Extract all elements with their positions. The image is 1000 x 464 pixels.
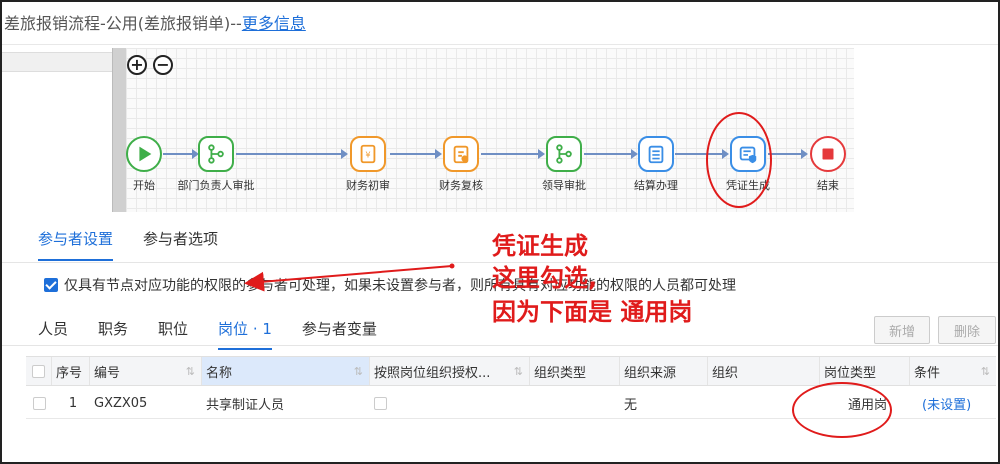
left-panel (0, 48, 112, 212)
cell-org-auth[interactable] (370, 387, 530, 419)
annotation-ellipse-node (706, 112, 772, 208)
header-code-label: 编号 (94, 365, 121, 381)
node-label: 结算办理 (634, 179, 678, 192)
zoom-out-button[interactable]: − (153, 55, 173, 75)
flow-edge (390, 149, 442, 159)
vertical-scrollbar[interactable] (112, 48, 126, 212)
cell-index: 1 (68, 395, 78, 411)
node-label: 领导审批 (542, 179, 586, 192)
add-button[interactable]: 新增 (874, 316, 930, 344)
flow-edge (236, 149, 348, 159)
org-auth-checkbox[interactable] (374, 396, 387, 410)
clipboard-check-icon (453, 145, 469, 164)
header-index: 序号 (52, 357, 90, 385)
node-label: 开始 (133, 179, 155, 192)
sort-icon[interactable]: ⇅ (514, 365, 523, 378)
header-name[interactable]: 名称 ⇅ (202, 357, 370, 385)
zoom-in-button[interactable]: + (127, 55, 147, 75)
tab-participant-options[interactable]: 参与者选项 (143, 228, 218, 261)
node-label: 财务初审 (346, 179, 390, 192)
flow-edge (584, 149, 638, 159)
annotation-text-line1: 凭证生成 (492, 232, 588, 260)
row-checkbox[interactable] (32, 396, 46, 410)
process-title: 差旅报销流程-公用(差旅报销单)-- (4, 14, 242, 33)
cell-name: 共享制证人员 (206, 397, 285, 413)
annotation-ellipse-post-type (792, 382, 892, 438)
header-org-auth-label: 按照岗位组织授权... (374, 365, 491, 381)
left-panel-strip (0, 52, 112, 72)
node-start[interactable] (126, 136, 162, 172)
select-all-cell[interactable] (26, 357, 52, 385)
subtabs-divider (0, 345, 1000, 346)
delete-button[interactable]: 删除 (938, 316, 996, 344)
node-leader-approval[interactable] (546, 136, 582, 172)
flow-edge (163, 149, 199, 159)
participant-tabs: 参与者设置 参与者选项 (38, 228, 218, 261)
header-org-type: 组织类型 (530, 357, 620, 385)
annotation-text-line2: 这里勾选, (492, 264, 598, 292)
annotation-text-line3: 因为下面是 通用岗 (492, 298, 693, 326)
play-icon (139, 146, 152, 162)
node-label: 财务复核 (439, 179, 483, 192)
cell-code: GXZX05 (94, 395, 148, 411)
more-info-link[interactable]: 更多信息 (242, 14, 306, 33)
permission-checkbox[interactable] (44, 278, 58, 292)
header-org-source: 组织来源 (620, 357, 708, 385)
flow-edge (768, 149, 808, 159)
sort-icon[interactable]: ⇅ (354, 365, 363, 378)
header-condition[interactable]: 条件 ⇅ (910, 357, 996, 385)
header-code[interactable]: 编号 ⇅ (90, 357, 202, 385)
select-all-checkbox[interactable] (32, 364, 45, 378)
invoice-icon: ¥ (360, 144, 376, 164)
branch-icon (556, 144, 572, 164)
node-end[interactable] (810, 136, 846, 172)
branch-icon (208, 144, 224, 164)
sort-icon[interactable]: ⇅ (186, 365, 195, 378)
sort-icon[interactable]: ⇅ (981, 365, 990, 378)
node-settlement[interactable] (638, 136, 674, 172)
header-name-label: 名称 (206, 365, 233, 381)
svg-text:¥: ¥ (365, 150, 370, 160)
canvas-right-area (854, 48, 1000, 212)
page-title: 差旅报销流程-公用(差旅报销单)--更多信息 (4, 10, 306, 34)
header-post-type: 岗位类型 (820, 357, 910, 385)
node-dept-approval[interactable] (198, 136, 234, 172)
node-finance-review[interactable] (443, 136, 479, 172)
node-label: 结束 (817, 179, 839, 192)
tab-participant-settings[interactable]: 参与者设置 (38, 228, 114, 261)
header-condition-label: 条件 (914, 365, 941, 381)
node-label: 部门负责人审批 (177, 179, 255, 192)
cell-condition-link[interactable]: (未设置) (910, 387, 996, 419)
header-org-auth[interactable]: 按照岗位组织授权... ⇅ (370, 357, 530, 385)
flow-edge (481, 149, 545, 159)
title-divider (0, 44, 1000, 45)
cell-org-source: 无 (624, 397, 638, 413)
node-finance-initial[interactable]: ¥ (350, 136, 386, 172)
stop-icon (822, 148, 834, 160)
row-select-cell[interactable] (26, 387, 52, 419)
header-org: 组织 (708, 357, 820, 385)
list-document-icon (648, 145, 664, 164)
